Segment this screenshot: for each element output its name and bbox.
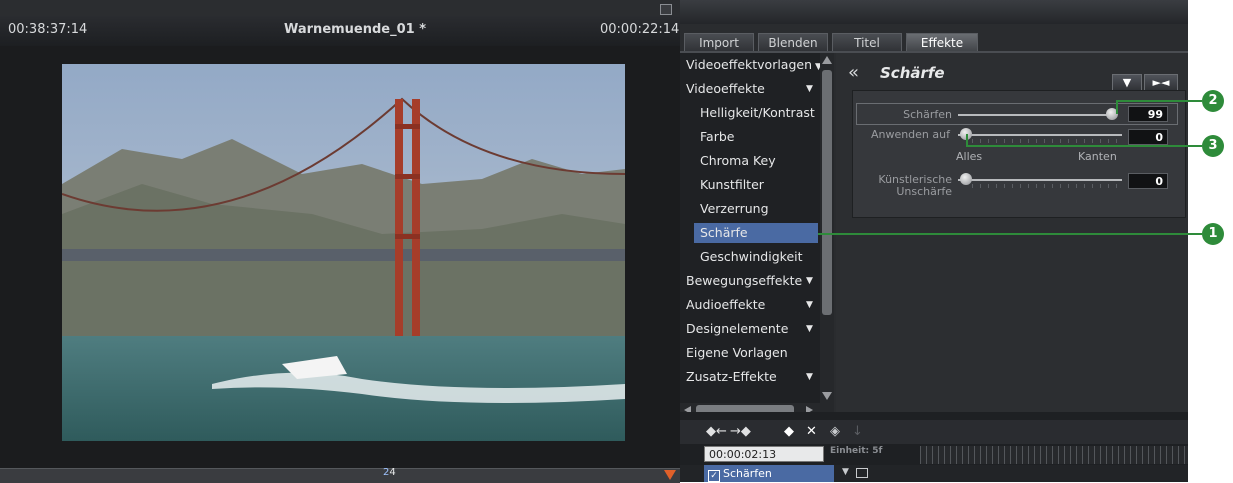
effect-title: Schärfe [880, 64, 945, 82]
unit-label: Einheit: 5f [830, 446, 883, 456]
callout-2-line-v [1116, 100, 1118, 114]
keyframe-down-icon: ↓ [852, 424, 863, 439]
prev-keyframe-icon[interactable]: ◆← [706, 424, 727, 439]
list-item-chroma-key[interactable]: Chroma Key [700, 151, 776, 171]
timecode-right: 00:00:22:14 [600, 22, 680, 37]
preview-window-button[interactable] [660, 4, 672, 15]
callout-3-line-v [966, 134, 968, 146]
unschaerfe-ticks [972, 184, 1122, 188]
list-item-audioeffekte[interactable]: Audioeffekte ▼ [686, 295, 813, 315]
anwenden-ticks [972, 139, 1122, 143]
schaerfen-track[interactable] [958, 114, 1116, 116]
unschaerfe-track[interactable] [958, 179, 1122, 181]
keyframe-ruler[interactable] [920, 446, 1188, 464]
position-marker: 24 [383, 467, 396, 478]
delete-keyframe-icon[interactable]: ✕ [806, 424, 817, 439]
keyframe-track[interactable]: ✓ Schärfen [704, 465, 834, 482]
project-title: Warnemuende_01 * [284, 22, 427, 37]
list-item-bewegungseffekte[interactable]: Bewegungseffekte ▼ [686, 271, 813, 291]
list-item-designelemente[interactable]: Designelemente ▼ [686, 319, 813, 339]
track-label: Schärfen [723, 467, 772, 480]
track-dropdown-icon[interactable]: ▼ [842, 467, 849, 477]
callout-2: 2 [1202, 90, 1224, 112]
keyframe-timecode[interactable]: 00:00:02:13 [704, 446, 824, 462]
tab-effekte[interactable]: Effekte [906, 33, 978, 52]
callout-2-line-h [1116, 100, 1202, 102]
anwenden-max-label: Kanten [1078, 150, 1117, 163]
anwenden-value[interactable]: 0 [1128, 129, 1168, 145]
preview-header: 00:38:37:14 Warnemuende_01 * 00:00:22:14 [0, 16, 680, 46]
list-scroll-thumb[interactable] [822, 70, 832, 315]
timecode-left: 00:38:37:14 [8, 22, 88, 37]
tab-titel[interactable]: Titel [832, 33, 902, 52]
scroll-up-icon[interactable] [822, 56, 832, 64]
list-item-eigene-vorlagen[interactable]: Eigene Vorlagen [686, 343, 788, 363]
list-item-videoeffekte[interactable]: Videoeffekte ▼ [686, 79, 813, 99]
list-item-farbe[interactable]: Farbe [700, 127, 734, 147]
list-item-verzerrung[interactable]: Verzerrung [700, 199, 769, 219]
video-preview [62, 64, 625, 441]
end-marker-icon[interactable] [664, 470, 676, 480]
panel-header [680, 0, 1188, 24]
list-item-schaerfe[interactable]: Schärfe [694, 223, 818, 243]
schaerfen-value[interactable]: 99 [1128, 106, 1168, 122]
unschaerfe-value[interactable]: 0 [1128, 173, 1168, 189]
add-keyframe-icon[interactable]: ◆ [784, 424, 794, 439]
callout-1: 1 [1202, 223, 1224, 245]
keyframe-toolbar: ◆← →◆ ◆ ✕ ◈ ↓ [680, 420, 1188, 444]
back-button[interactable]: « [848, 62, 859, 83]
preview-timeline[interactable]: 24 [0, 467, 680, 483]
track-window-icon[interactable] [856, 468, 868, 478]
callout-3-line-h [966, 145, 1202, 147]
param-label-schaerfen: Schärfen [903, 108, 952, 121]
tab-import[interactable]: Import [684, 33, 754, 52]
param-label-unschaerfe: Künstlerische Unschärfe [878, 173, 952, 198]
anwenden-track[interactable] [958, 134, 1122, 136]
preview-window-strip [0, 0, 680, 16]
list-item-kunstfilter[interactable]: Kunstfilter [700, 175, 764, 195]
param-label-anwenden: Anwenden auf [870, 128, 950, 141]
list-item-videoeffektvorlagen[interactable]: Videoeffektvorlagen ▼ [686, 55, 822, 75]
scroll-down-icon[interactable] [822, 392, 832, 400]
list-item-helligkeit[interactable]: Helligkeit/Kontrast [700, 103, 815, 123]
unschaerfe-slider-knob[interactable] [960, 173, 972, 185]
tab-blenden[interactable]: Blenden [758, 33, 828, 52]
list-item-geschwindigkeit[interactable]: Geschwindigkeit [700, 247, 803, 267]
next-keyframe-icon[interactable]: →◆ [730, 424, 751, 439]
golden-gate-image [62, 64, 625, 441]
track-checkbox-icon[interactable]: ✓ [708, 470, 720, 482]
keyframe-options-icon[interactable]: ◈ [830, 424, 840, 439]
callout-1-line [818, 233, 1202, 235]
callout-3: 3 [1202, 135, 1224, 157]
list-item-zusatz-effekte[interactable]: Zusatz-Effekte ▼ [686, 367, 813, 387]
anwenden-min-label: Alles [956, 150, 983, 163]
